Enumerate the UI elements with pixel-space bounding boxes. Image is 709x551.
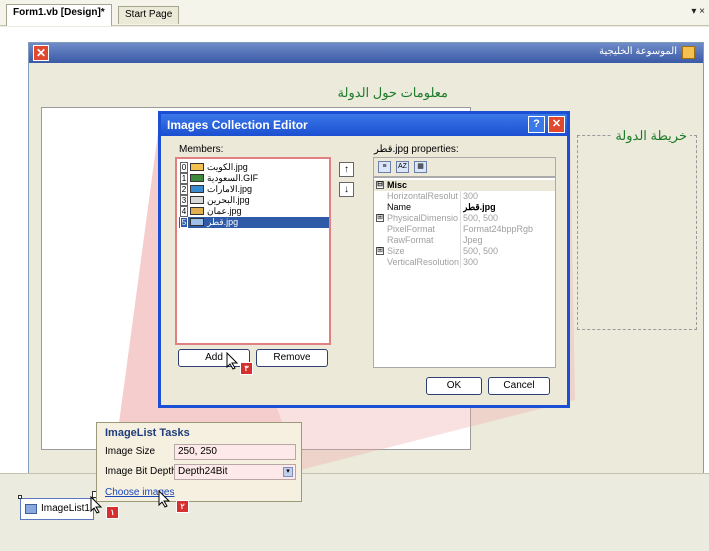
images-collection-editor-dialog: Images Collection Editor ? ✕ Members: 0 ا… — [158, 111, 570, 408]
tab-start-page[interactable]: Start Page — [118, 6, 180, 24]
member-index: 5 — [180, 217, 188, 228]
image-thumbnail-icon — [190, 174, 204, 182]
property-name: HorizontalResolut — [387, 191, 461, 202]
image-size-label: Image Size — [105, 446, 156, 457]
bit-depth-value: Depth24Bit — [178, 466, 228, 477]
property-value[interactable]: 500, 500 — [463, 213, 555, 224]
bit-depth-label: Image Bit Depth — [105, 466, 177, 477]
expand-icon[interactable]: ⊞ — [376, 247, 384, 255]
property-row[interactable]: PixelFormat Format24bppRgb — [374, 224, 555, 235]
list-item[interactable]: 3 البحرين.jpg — [179, 195, 329, 206]
property-value[interactable]: 500, 500 — [463, 246, 555, 257]
property-row[interactable]: RawFormat Jpeg — [374, 235, 555, 246]
property-name: VerticalResolution — [387, 257, 461, 268]
cancel-button[interactable]: Cancel — [488, 377, 550, 395]
member-name: عمان.jpg — [207, 206, 242, 216]
property-value[interactable]: Format24bppRgb — [463, 224, 555, 235]
property-name: Misc — [387, 180, 408, 190]
member-index: 2 — [180, 184, 188, 195]
close-icon[interactable]: ✕ — [33, 45, 49, 61]
property-name: PixelFormat — [387, 224, 461, 235]
move-down-button[interactable]: ↓ — [339, 182, 354, 197]
property-value[interactable]: Jpeg — [463, 235, 555, 246]
property-row[interactable]: ⊞ Size 500, 500 — [374, 246, 555, 257]
close-icon[interactable]: ✕ — [548, 116, 565, 133]
imagelist-tasks-panel: ImageList Tasks Image Size 250, 250 Imag… — [96, 422, 302, 502]
member-name: السعودية.GIF — [207, 173, 259, 183]
property-grid[interactable]: ⊟ Misc HorizontalResolut 300 Name قطر.jpg ⊞ Phy… — [373, 177, 556, 368]
step-badge-3: ٣ — [240, 362, 253, 375]
property-row[interactable]: VerticalResolution 300 — [374, 257, 555, 268]
tasks-title: ImageList Tasks — [105, 427, 190, 439]
step-badge-1: ١ — [106, 506, 119, 519]
alphabetical-icon[interactable]: AZ — [396, 161, 409, 173]
mouse-cursor-icon — [226, 352, 239, 370]
tab-menu-icon[interactable]: ▾ × — [691, 6, 705, 17]
imagelist-icon — [25, 504, 37, 514]
mouse-cursor-icon — [90, 496, 103, 514]
image-thumbnail-icon — [190, 196, 204, 204]
imagelist-component-label: ImageList1 — [41, 503, 90, 514]
property-pages-icon[interactable]: ▦ — [414, 161, 427, 173]
bit-depth-select[interactable]: Depth24Bit ▾ — [174, 464, 296, 480]
list-item[interactable]: 5 قطر.jpg — [179, 217, 329, 228]
remove-button[interactable]: Remove — [256, 349, 328, 367]
categorized-icon[interactable]: ≡ — [378, 161, 391, 173]
member-index: 1 — [180, 173, 188, 184]
member-name: قطر.jpg — [207, 217, 239, 227]
country-info-label: معلومات حول الدولة — [337, 85, 448, 100]
list-item[interactable]: 4 عمان.jpg — [179, 206, 329, 217]
tab-form1-design[interactable]: Form1.vb [Design]* — [6, 4, 112, 26]
document-tab-strip: Form1.vb [Design]* Start Page ▾ × — [0, 0, 709, 26]
property-value[interactable]: 300 — [463, 257, 555, 268]
members-list[interactable]: 0 الكويت.jpg 1 السعودية.GIF 2 الامارات.jpg 3 ال… — [175, 157, 331, 345]
app-icon — [682, 46, 695, 59]
image-size-input[interactable]: 250, 250 — [174, 444, 296, 460]
property-name: Size — [387, 246, 461, 257]
map-groupbox[interactable]: خريطة الدولة — [577, 128, 697, 330]
member-name: الامارات.jpg — [207, 184, 253, 194]
list-item[interactable]: 0 الكويت.jpg — [179, 162, 329, 173]
property-value[interactable]: 300 — [463, 191, 555, 202]
collapse-icon[interactable]: ⊟ — [376, 181, 384, 189]
property-value[interactable]: قطر.jpg — [463, 202, 555, 213]
step-badge-2: ٢ — [176, 500, 189, 513]
member-name: الكويت.jpg — [207, 162, 248, 172]
property-row[interactable]: ⊞ PhysicalDimensio 500, 500 — [374, 213, 555, 224]
imagelist-component[interactable]: ImageList1 — [20, 498, 94, 520]
form-titlebar: ✕ الموسوعة الخليجية — [29, 43, 703, 63]
ok-button[interactable]: OK — [426, 377, 482, 395]
image-thumbnail-icon — [190, 185, 204, 193]
properties-toolbar: ≡ AZ ▦ — [373, 157, 556, 177]
properties-title: قطر.jpg properties: — [374, 144, 459, 155]
expand-icon[interactable]: ⊞ — [376, 214, 384, 222]
move-up-button[interactable]: ↑ — [339, 162, 354, 177]
property-name: Name — [387, 202, 461, 213]
member-index: 3 — [180, 195, 188, 206]
property-name: PhysicalDimensio — [387, 213, 461, 224]
image-thumbnail-icon — [190, 207, 204, 215]
member-name: البحرين.jpg — [207, 195, 250, 205]
property-row[interactable]: HorizontalResolut 300 — [374, 191, 555, 202]
dialog-titlebar: Images Collection Editor ? ✕ — [161, 114, 567, 136]
mouse-cursor-icon — [158, 490, 171, 508]
map-groupbox-label: خريطة الدولة — [612, 128, 690, 144]
members-label: Members: — [179, 144, 224, 155]
dialog-title: Images Collection Editor — [167, 118, 308, 132]
member-index: 4 — [180, 206, 188, 217]
property-category[interactable]: ⊟ Misc — [374, 180, 555, 191]
help-icon[interactable]: ? — [528, 116, 545, 133]
selection-handle[interactable] — [18, 495, 22, 499]
property-row[interactable]: Name قطر.jpg — [374, 202, 555, 213]
image-thumbnail-icon — [190, 163, 204, 171]
member-index: 0 — [180, 162, 188, 173]
form-title: الموسوعة الخليجية — [599, 46, 677, 57]
chevron-down-icon[interactable]: ▾ — [283, 467, 293, 477]
image-thumbnail-icon — [190, 218, 204, 226]
list-item[interactable]: 1 السعودية.GIF — [179, 173, 329, 184]
list-item[interactable]: 2 الامارات.jpg — [179, 184, 329, 195]
property-name: RawFormat — [387, 235, 461, 246]
